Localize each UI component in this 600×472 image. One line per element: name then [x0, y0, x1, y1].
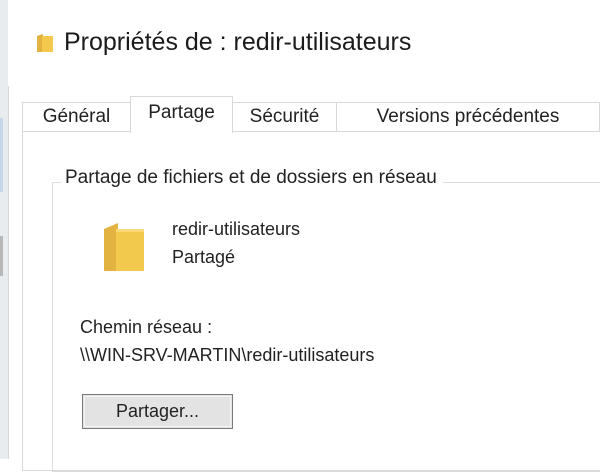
tab-strip: Général Partage Sécurité Versions précéd… — [22, 96, 600, 133]
tab-panel-sharing: Partage de fichiers et de dossiers en ré… — [22, 131, 600, 472]
network-path-label: Chemin réseau : — [80, 317, 213, 337]
tab-previous-versions[interactable]: Versions précédentes — [336, 102, 600, 132]
folder-icon — [102, 221, 146, 273]
background-scroll-marker — [0, 236, 3, 276]
share-button[interactable]: Partager... — [82, 394, 233, 429]
network-sharing-group: Partage de fichiers et de dossiers en ré… — [52, 167, 600, 472]
network-path-value: \\WIN-SRV-MARTIN\redir-utilisateurs — [80, 345, 375, 365]
tab-sharing[interactable]: Partage — [130, 96, 233, 133]
properties-window: Propriétés de : redir-utilisateurs Génér… — [0, 0, 600, 472]
tab-security[interactable]: Sécurité — [232, 102, 337, 132]
share-status: Partagé — [172, 247, 236, 267]
tab-general[interactable]: Général — [22, 102, 131, 132]
group-title: Partage de fichiers et de dossiers en ré… — [61, 167, 443, 189]
folder-name: redir-utilisateurs — [172, 219, 301, 239]
folder-icon — [36, 33, 54, 53]
title-bar[interactable]: Propriétés de : redir-utilisateurs — [8, 0, 600, 86]
background-selection-marker — [0, 118, 3, 192]
window-title: Propriétés de : redir-utilisateurs — [64, 28, 412, 56]
